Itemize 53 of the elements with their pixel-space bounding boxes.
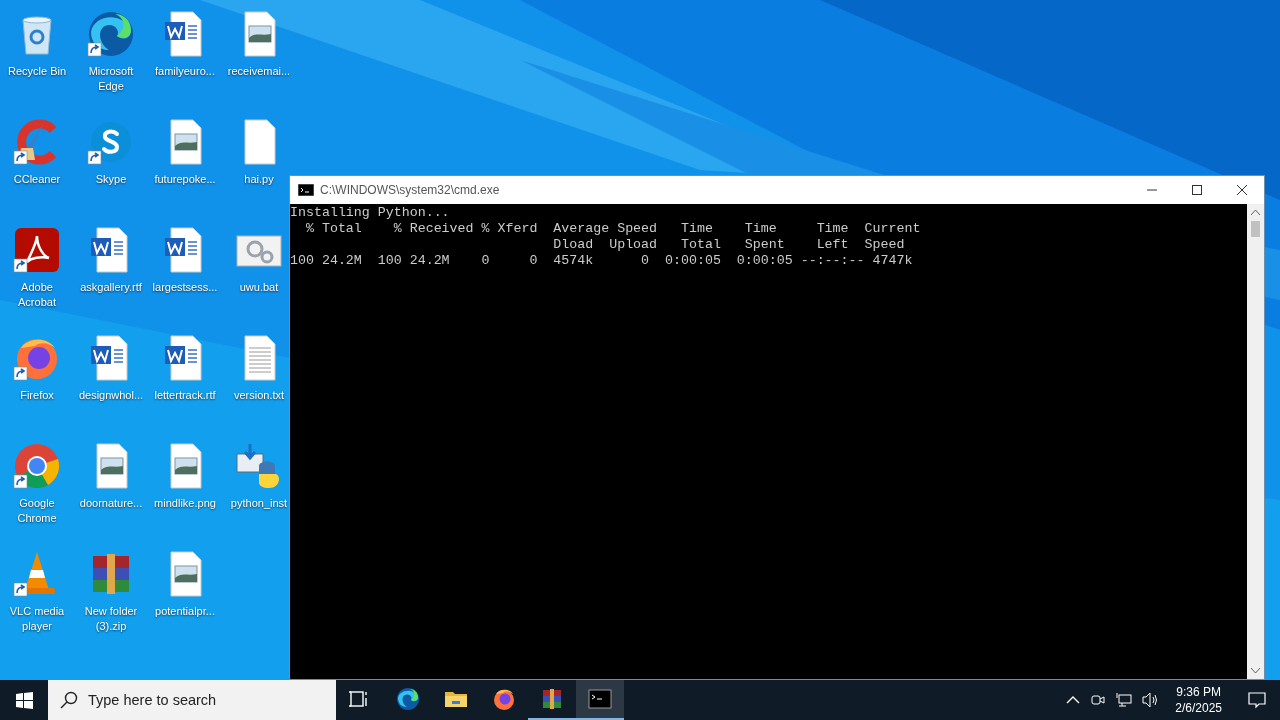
icon-label[interactable]: VLC media player [3, 604, 71, 634]
icon-label[interactable]: Firefox [20, 388, 54, 403]
chrome-icon[interactable] [13, 442, 61, 490]
icon-label[interactable]: familyeuro... [155, 64, 215, 79]
network-icon[interactable] [1116, 692, 1133, 708]
chevron-up-icon[interactable] [1066, 695, 1081, 705]
icon-label[interactable]: New folder (3).zip [77, 604, 145, 634]
icon-label[interactable]: CCleaner [13, 172, 61, 187]
terminal-icon [298, 184, 314, 196]
icon-label[interactable]: potentialpr... [155, 604, 215, 619]
icon-label[interactable]: Recycle Bin [7, 64, 67, 79]
window-title: C:\WINDOWS\system32\cmd.exe [320, 183, 500, 197]
taskbar-button[interactable] [576, 680, 624, 720]
scroll-up-icon[interactable] [1251, 209, 1260, 215]
clock-date: 2/6/2025 [1175, 700, 1222, 716]
clock[interactable]: 9:36 PM 2/6/2025 [1175, 684, 1222, 716]
windows-logo-icon [15, 691, 33, 709]
icon-label[interactable]: hai.py [244, 172, 274, 187]
archive-icon [540, 687, 564, 711]
icon-label[interactable]: askgallery.rtf [80, 280, 142, 295]
icon-label[interactable]: largestsess... [152, 280, 218, 295]
icon-label[interactable]: Microsoft Edge [77, 64, 145, 94]
search-icon [60, 691, 78, 709]
icon-label[interactable]: lettertrack.rtf [154, 388, 216, 403]
camera-icon[interactable] [1090, 692, 1107, 708]
console-line: Installing Python... [290, 205, 451, 221]
edge-icon[interactable] [87, 10, 135, 58]
scroll-down-icon[interactable] [1251, 668, 1260, 674]
icon-label[interactable]: Google Chrome [3, 496, 71, 526]
pdf-app-icon[interactable] [13, 226, 61, 274]
console-line: % Total % Received % Xferd Average Speed Time Time Time Current [304, 221, 922, 237]
clock-time: 9:36 PM [1176, 684, 1221, 700]
icon-label[interactable]: version.txt [233, 388, 285, 403]
icon-label[interactable]: mindlike.png [154, 496, 216, 511]
console-line: 100 24.2M 100 24.2M 0 0 4574k 0 0:00:05 0:00:05 --:--:-- 4747k [290, 253, 914, 269]
icon-label[interactable]: uwu.bat [239, 280, 279, 295]
close-icon [1236, 185, 1247, 195]
icon-label[interactable]: designwhol... [78, 388, 144, 403]
icon-label[interactable]: doornature... [79, 496, 143, 511]
icon-label[interactable]: futurepoke... [154, 172, 216, 187]
scrollbar[interactable] [1247, 204, 1264, 679]
console-line: Dload Upload Total Spent Left Speed [552, 237, 906, 253]
scroll-thumb[interactable] [1251, 221, 1260, 237]
icon-label[interactable]: Adobe Acrobat [3, 280, 71, 310]
firefox-icon [492, 687, 516, 711]
terminal-icon [588, 687, 612, 711]
notification-icon[interactable] [1248, 691, 1266, 709]
search-field[interactable]: Type here to search [48, 680, 336, 720]
maximize-icon [1191, 185, 1202, 195]
icon-label[interactable]: Skype [95, 172, 127, 187]
edge-icon [396, 687, 420, 711]
icon-label[interactable]: receivemai... [227, 64, 291, 79]
icon-label[interactable]: python_inst [230, 496, 288, 511]
